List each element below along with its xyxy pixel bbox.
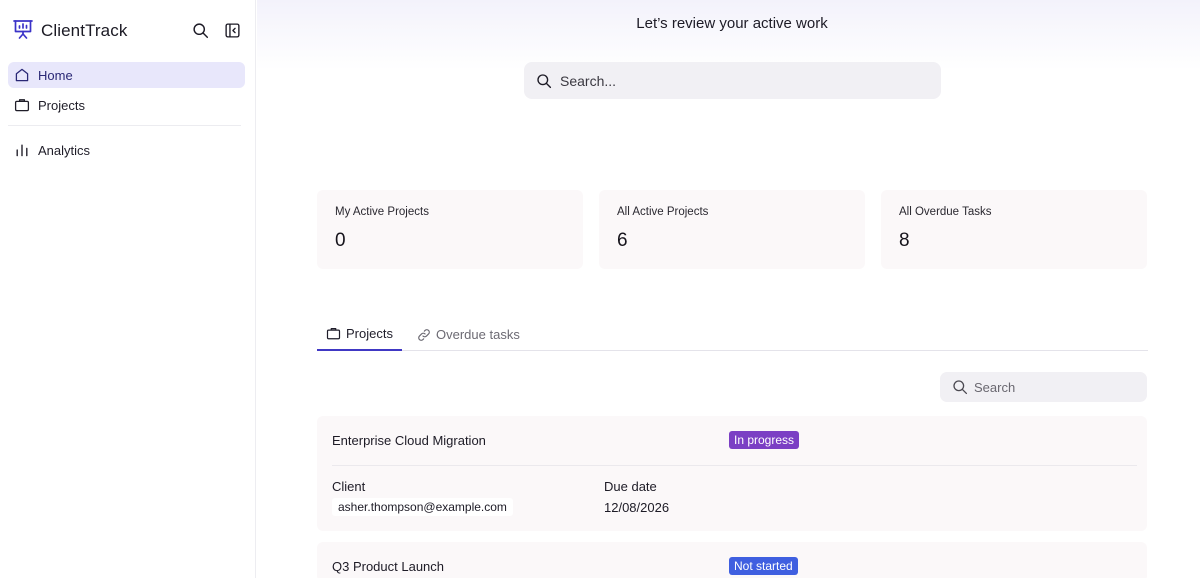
project-search[interactable] bbox=[940, 372, 1147, 402]
client-email: asher.thompson@example.com bbox=[332, 498, 513, 516]
briefcase-icon bbox=[326, 328, 341, 340]
search-icon bbox=[953, 380, 968, 395]
tab-projects[interactable]: Projects bbox=[317, 318, 402, 351]
tab-label: Projects bbox=[346, 326, 393, 341]
stat-card-all-active-projects: All Active Projects 6 bbox=[599, 190, 865, 269]
due-date-label: Due date bbox=[604, 479, 657, 494]
collapse-sidebar-button[interactable] bbox=[222, 20, 242, 40]
global-search[interactable] bbox=[524, 62, 941, 99]
nav-divider bbox=[8, 125, 241, 126]
sidebar: ClientTrack Home Projects Analytics bbox=[0, 0, 256, 578]
due-date-value: 12/08/2026 bbox=[604, 500, 670, 515]
brand[interactable]: ClientTrack bbox=[12, 18, 127, 44]
client-label: Client bbox=[332, 479, 366, 494]
stat-value: 8 bbox=[899, 230, 910, 251]
collapse-sidebar-icon bbox=[224, 22, 240, 38]
link-icon bbox=[418, 328, 430, 341]
stat-label: My Active Projects bbox=[335, 206, 429, 218]
project-name: Enterprise Cloud Migration bbox=[332, 433, 486, 448]
project-name: Q3 Product Launch bbox=[332, 559, 445, 574]
sidebar-item-label: Projects bbox=[38, 97, 85, 113]
stat-card-my-active-projects: My Active Projects 0 bbox=[317, 190, 583, 269]
project-card[interactable]: Q3 Product Launch Not started bbox=[317, 542, 1147, 578]
sidebar-item-label: Home bbox=[38, 67, 73, 83]
page-title: Let’s review your active work bbox=[636, 15, 828, 32]
search-button[interactable] bbox=[190, 20, 210, 40]
main-content: Let’s review your active work My Active … bbox=[257, 0, 1200, 578]
status-badge: In progress bbox=[729, 431, 800, 449]
status-badge: Not started bbox=[729, 557, 798, 575]
tab-label: Overdue tasks bbox=[436, 327, 520, 342]
stat-value: 6 bbox=[617, 230, 628, 251]
sidebar-item-analytics[interactable]: Analytics bbox=[8, 137, 245, 163]
stat-label: All Active Projects bbox=[617, 206, 709, 218]
tab-bar: Projects Overdue tasks bbox=[317, 318, 1148, 351]
briefcase-icon bbox=[14, 99, 30, 112]
stat-label: All Overdue Tasks bbox=[899, 206, 992, 218]
card-divider bbox=[332, 465, 1137, 466]
home-icon bbox=[15, 68, 29, 82]
sidebar-item-home[interactable]: Home bbox=[8, 62, 245, 88]
presentation-logo-icon bbox=[12, 18, 34, 45]
stat-value: 0 bbox=[335, 230, 346, 251]
project-card[interactable]: Enterprise Cloud Migration In progress C… bbox=[317, 416, 1147, 531]
search-icon bbox=[537, 73, 552, 88]
sidebar-item-label: Analytics bbox=[38, 142, 91, 158]
tab-overdue-tasks[interactable]: Overdue tasks bbox=[408, 318, 529, 351]
stat-card-all-overdue-tasks: All Overdue Tasks 8 bbox=[881, 190, 1147, 269]
search-input[interactable] bbox=[560, 72, 900, 89]
bar-chart-icon bbox=[16, 144, 28, 157]
search-icon bbox=[192, 22, 208, 38]
sidebar-item-projects[interactable]: Projects bbox=[8, 92, 245, 118]
app-name: ClientTrack bbox=[41, 21, 128, 40]
project-search-input[interactable] bbox=[974, 379, 1144, 395]
